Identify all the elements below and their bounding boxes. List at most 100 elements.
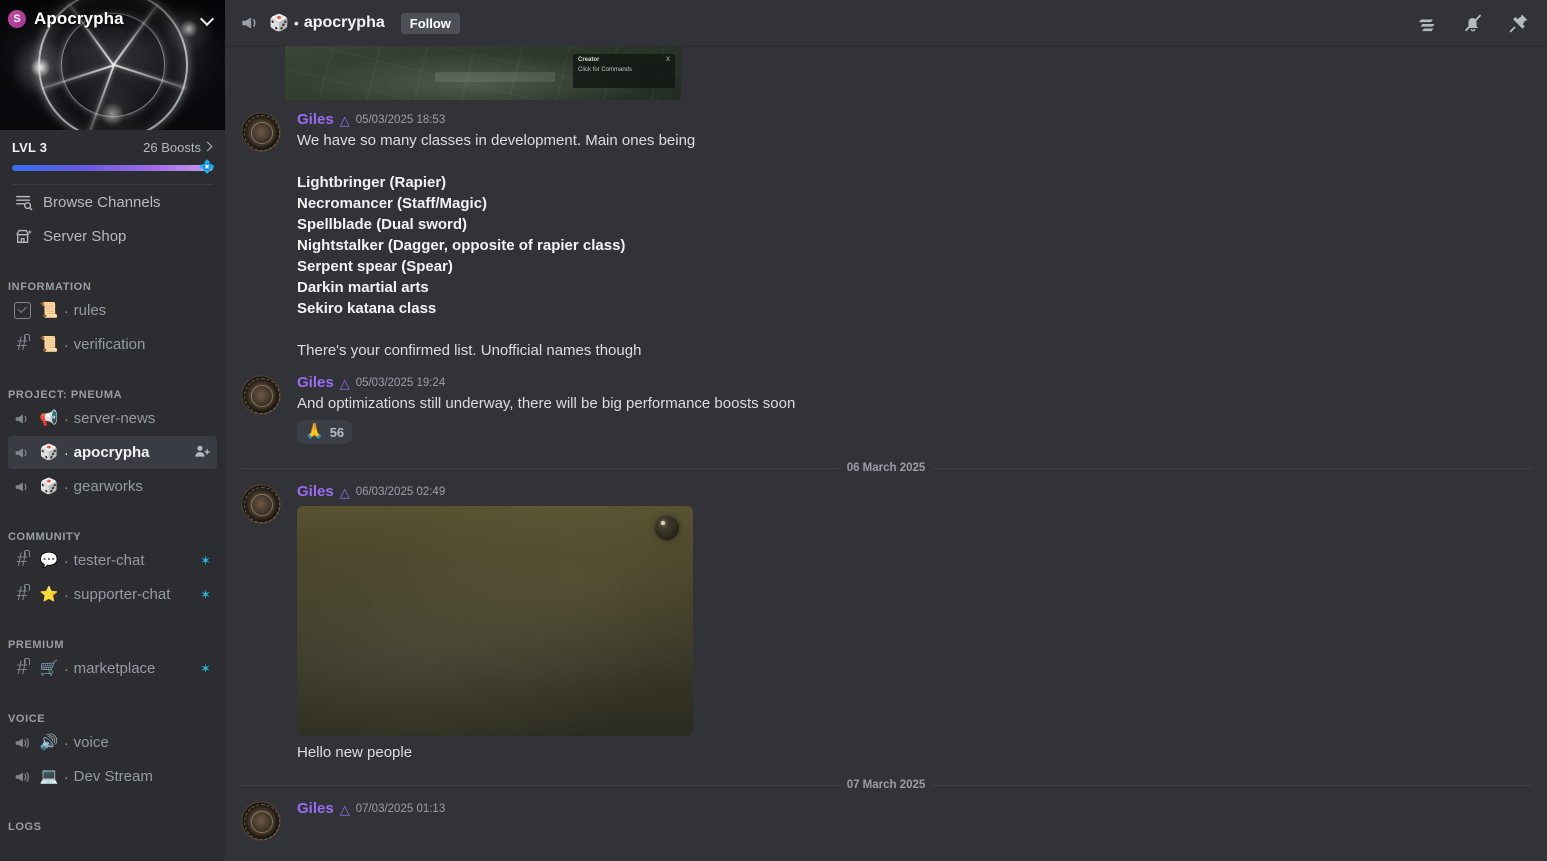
sidebar-item-browse-channels[interactable]: Browse Channels xyxy=(8,185,217,219)
message-line: Nightstalker (Dagger, opposite of rapier… xyxy=(297,237,626,254)
message[interactable]: Giles △ 05/03/2025 18:53 We have so many… xyxy=(225,108,1547,363)
category-information[interactable]: INFORMATION xyxy=(0,267,225,293)
sidebar-item-apocrypha[interactable]: 🎲 · apocrypha xyxy=(8,436,217,469)
boost-progress-fill xyxy=(12,165,213,171)
message-line: There's your confirmed list. Unofficial … xyxy=(297,342,642,359)
sidebar-item-supporter-chat[interactable]: # ⭐ · supporter-chat ✶ xyxy=(8,578,217,611)
voice-channel-icon xyxy=(12,767,32,787)
sidebar-item-voice[interactable]: 🔊 · voice xyxy=(8,726,217,759)
message-line: Necromancer (Staff/Magic) xyxy=(297,195,488,212)
sidebar-item-server-news[interactable]: 📢 · server-news xyxy=(8,402,217,435)
message-author[interactable]: Giles xyxy=(297,373,334,393)
announcement-channel-icon xyxy=(12,443,32,463)
message-gutter xyxy=(241,482,297,765)
sidebar-item-tester-chat[interactable]: # 💬 · tester-chat ✶ xyxy=(8,544,217,577)
channel-separator-dot: · xyxy=(64,444,69,461)
message-author[interactable]: Giles xyxy=(297,482,334,502)
message-timestamp: 05/03/2025 19:24 xyxy=(355,377,446,389)
text-locked-channel-icon: # xyxy=(12,658,32,679)
overlay-title: Creator xyxy=(578,57,600,63)
sidebar-item-server-shop[interactable]: Server Shop xyxy=(8,219,217,253)
sparkle-icon: ✶ xyxy=(200,553,211,568)
server-header[interactable]: S Apocrypha xyxy=(0,0,225,38)
close-icon[interactable]: X xyxy=(666,57,670,63)
channel-name: supporter-chat xyxy=(73,586,171,603)
sparkle-icon: ✶ xyxy=(200,587,211,602)
threads-icon[interactable] xyxy=(1415,11,1439,35)
message-list[interactable]: Creator Click for Commands X Giles △ 05/… xyxy=(225,46,1547,861)
server-badge-icon: S xyxy=(8,10,26,28)
avatar[interactable] xyxy=(241,375,281,415)
message-author[interactable]: Giles xyxy=(297,799,334,819)
message-attachment-image[interactable] xyxy=(297,506,693,736)
text-locked-channel-icon: # xyxy=(12,550,32,571)
reaction-chip[interactable]: 🙏 56 xyxy=(297,420,353,444)
channel-name: apocrypha xyxy=(73,444,150,461)
channel-emoji-icon: 🛒 xyxy=(39,659,59,677)
server-name: Apocrypha xyxy=(34,9,124,28)
channel-name: marketplace xyxy=(73,660,156,677)
channel-emoji-icon: 🎲 xyxy=(269,15,289,32)
channel-topbar: 🎲 • apocrypha Follow xyxy=(225,0,1547,46)
discord-app: S Apocrypha LVL 3 26 Boosts 💠 Browse Cha… xyxy=(0,0,1547,861)
message-reactions: 🙏 56 xyxy=(297,420,1531,444)
message[interactable]: Giles △ 05/03/2025 19:24 And optimizatio… xyxy=(225,371,1547,448)
divider-line xyxy=(241,467,839,469)
message-line: Darkin martial arts xyxy=(297,279,429,296)
boosts-count-label: 26 Boosts xyxy=(143,140,201,155)
sidebar-item-gearworks[interactable]: 🎲 · gearworks xyxy=(8,470,217,503)
add-members-icon[interactable] xyxy=(194,443,211,462)
channel-name: rules xyxy=(73,302,107,319)
channel-title-group: 🎲 • apocrypha Follow xyxy=(239,12,460,34)
sidebar-item-dev-stream[interactable]: 💻 · Dev Stream xyxy=(8,760,217,793)
follow-button[interactable]: Follow xyxy=(400,12,460,34)
boost-progress-bar[interactable]: 💠 xyxy=(12,159,215,174)
message-line: Spellblade (Dual sword) xyxy=(297,216,468,233)
channel-emoji-icon: 🔊 xyxy=(39,733,59,751)
channel-emoji-icon: 🎲 xyxy=(39,443,59,461)
message-gutter xyxy=(241,799,297,841)
bell-muted-icon[interactable] xyxy=(1461,11,1485,35)
page-title: apocrypha xyxy=(303,14,385,31)
channel-separator-dot: · xyxy=(64,302,69,319)
channel-emoji-icon: 📜 xyxy=(39,301,59,319)
message-header: Giles △ 05/03/2025 19:24 xyxy=(297,373,1531,393)
category-voice[interactable]: VOICE xyxy=(0,699,225,725)
message-timestamp: 07/03/2025 01:13 xyxy=(355,803,446,815)
boosts-count-link[interactable]: 26 Boosts xyxy=(143,140,213,155)
channel-separator-dot: · xyxy=(64,768,69,785)
avatar[interactable] xyxy=(241,484,281,524)
pin-icon[interactable] xyxy=(1507,11,1531,35)
attachment-art xyxy=(297,506,693,736)
category-premium[interactable]: PREMIUM xyxy=(0,625,225,651)
category-project-pneuma[interactable]: PROJECT: PNEUMA xyxy=(0,375,225,401)
message[interactable]: Giles △ 06/03/2025 02:49 Hello new peopl… xyxy=(225,480,1547,765)
avatar[interactable] xyxy=(241,112,281,152)
announcement-channel-icon xyxy=(12,477,32,497)
channel-separator-dot: · xyxy=(64,410,69,427)
channel-emoji-icon: 💻 xyxy=(39,767,59,785)
message-attachment-image[interactable]: Creator Click for Commands X xyxy=(285,46,681,100)
message[interactable]: Giles △ 07/03/2025 01:13 xyxy=(225,797,1547,841)
sidebar-item-rules[interactable]: 📜 · rules xyxy=(8,294,217,327)
message-body: Giles △ 06/03/2025 02:49 Hello new peopl… xyxy=(297,482,1531,765)
category-logs[interactable]: LOGS xyxy=(0,807,225,833)
message-author[interactable]: Giles xyxy=(297,110,334,130)
rules-channel-icon xyxy=(12,301,32,321)
channel-name: Dev Stream xyxy=(73,768,153,785)
channel-separator-dot: · xyxy=(64,734,69,751)
browse-channels-icon xyxy=(14,193,34,211)
server-banner[interactable]: S Apocrypha xyxy=(0,0,225,130)
overlay-subtitle: Click for Commands xyxy=(578,67,633,73)
attachment-hud-strip xyxy=(435,72,555,82)
divider-line xyxy=(241,784,839,786)
sidebar-item-marketplace[interactable]: # 🛒 · marketplace ✶ xyxy=(8,652,217,685)
sidebar-item-verification[interactable]: # 📜 · verification xyxy=(8,328,217,361)
sidebar-item-label: Server Shop xyxy=(43,227,127,245)
category-community[interactable]: COMMUNITY xyxy=(0,517,225,543)
message-line: We have so many classes in development. … xyxy=(297,132,696,149)
avatar[interactable] xyxy=(241,801,281,841)
chevron-down-icon[interactable] xyxy=(201,12,215,26)
